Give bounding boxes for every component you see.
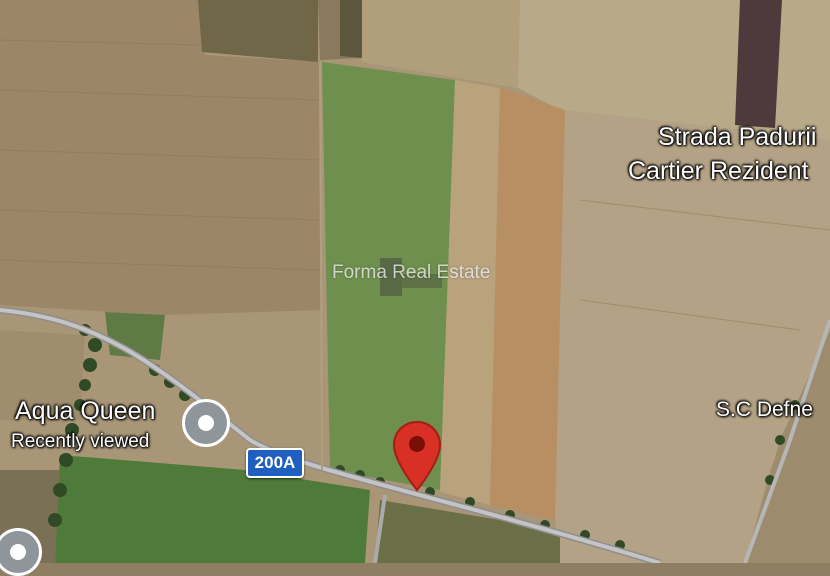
- field-dark-strip: [340, 0, 362, 58]
- field-dark-top: [198, 0, 318, 62]
- selected-location-pin-icon[interactable]: [392, 420, 442, 492]
- field-purple-strip: [735, 0, 782, 128]
- road-shield-200a: 200A: [246, 448, 304, 478]
- place-label-cartier-rezident[interactable]: Cartier Rezident: [628, 156, 809, 186]
- history-pin-icon[interactable]: [182, 399, 230, 447]
- place-label-aqua-queen[interactable]: Aqua Queen: [15, 396, 155, 426]
- field-orange-strip: [490, 88, 565, 520]
- place-label-strada-padurii[interactable]: Strada Padurii: [658, 122, 816, 152]
- watermark-text: Forma Real Estate: [332, 262, 491, 283]
- place-subtitle-recently-viewed: Recently viewed: [11, 431, 150, 452]
- history-pin-icon[interactable]: [0, 528, 42, 576]
- place-label-sc-defne[interactable]: S.C Defne: [716, 397, 813, 423]
